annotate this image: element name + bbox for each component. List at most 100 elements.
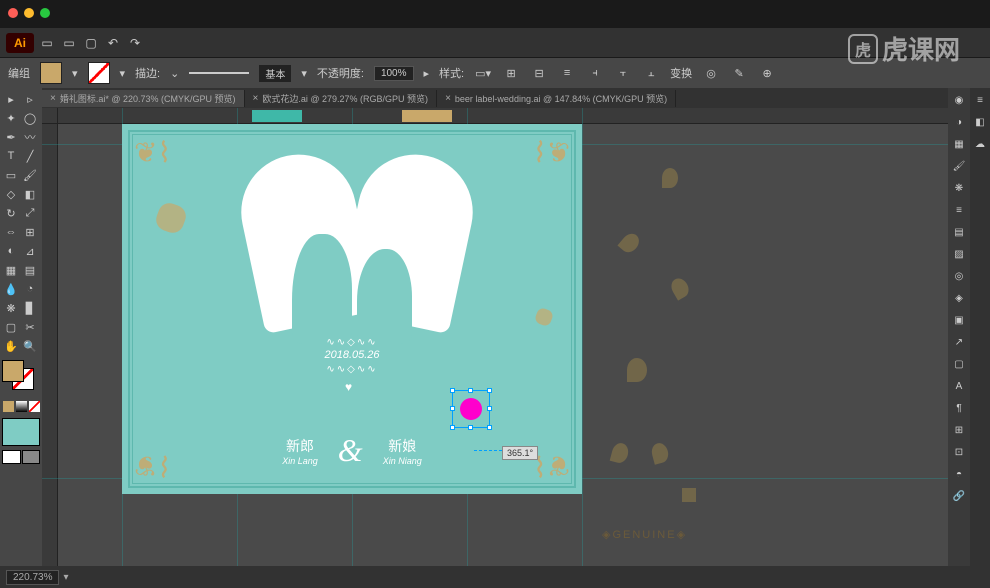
appearance-panel-icon[interactable]: ◎ <box>951 268 967 284</box>
fill-swatch[interactable] <box>40 62 62 84</box>
align-icon-2[interactable]: ⊟ <box>530 64 548 82</box>
color-mode-row[interactable] <box>2 397 40 415</box>
gradient-tool[interactable]: ▤ <box>21 261 39 279</box>
canvas[interactable]: ❦⌇ ❦⌇ ❦⌇ ❦⌇ ∿∿◇∿∿ 2018.05.26 ∿∿◇∿∿ 新郎 Xi… <box>42 108 948 566</box>
selection-bounding-box[interactable] <box>452 390 490 428</box>
close-icon[interactable]: × <box>445 93 451 104</box>
leaf-graphic[interactable] <box>668 275 692 300</box>
resize-handle[interactable] <box>468 388 473 393</box>
magic-wand-tool[interactable]: ✦ <box>2 109 20 127</box>
transform-label[interactable]: 变换 <box>670 65 692 81</box>
edit-icon[interactable]: ✎ <box>730 64 748 82</box>
more-icon[interactable]: ⊕ <box>758 64 776 82</box>
draw-mode[interactable] <box>2 447 40 465</box>
eyedropper-tool[interactable]: 💧 <box>2 280 20 298</box>
shape-builder-tool[interactable]: ◐ <box>2 242 20 260</box>
resize-handle[interactable] <box>450 388 455 393</box>
paragraph-panel-icon[interactable]: ¶ <box>951 400 967 416</box>
leaf-graphic[interactable] <box>682 488 696 502</box>
close-icon[interactable]: × <box>253 93 259 104</box>
minimize-window[interactable] <box>24 8 34 18</box>
distribute-icon[interactable]: ≡ <box>558 64 576 82</box>
close-window[interactable] <box>8 8 18 18</box>
genuine-text[interactable]: ◈GENUINE◈ <box>602 528 687 541</box>
pen-tool[interactable]: ✒ <box>2 128 20 146</box>
artboards-panel-icon[interactable]: ▢ <box>951 356 967 372</box>
leaf-graphic[interactable] <box>610 441 631 464</box>
layers-panel-icon[interactable]: ▣ <box>951 312 967 328</box>
align-right-icon[interactable]: ⫠ <box>642 64 660 82</box>
symbols-panel-icon[interactable]: ❋ <box>951 180 967 196</box>
ruler-origin[interactable] <box>42 108 58 124</box>
leaf-graphic[interactable] <box>662 168 678 188</box>
artboard[interactable]: ❦⌇ ❦⌇ ❦⌇ ❦⌇ ∿∿◇∿∿ 2018.05.26 ∿∿◇∿∿ 新郎 Xi… <box>122 124 582 494</box>
style-dropdown[interactable]: ▭▾ <box>474 64 492 82</box>
fill-color[interactable] <box>2 360 24 382</box>
rotate-tool[interactable]: ↻ <box>2 204 20 222</box>
resize-handle[interactable] <box>487 406 492 411</box>
stroke-panel-icon[interactable]: ≡ <box>951 202 967 218</box>
scale-tool[interactable]: ⤢ <box>21 204 39 222</box>
screen-mode-thumb[interactable] <box>2 418 40 446</box>
zoom-level[interactable]: 220.73% <box>6 570 59 585</box>
graphic-styles-icon[interactable]: ◈ <box>951 290 967 306</box>
transform-panel-icon[interactable]: ⊡ <box>951 444 967 460</box>
links-panel-icon[interactable]: 🔗 <box>951 488 967 504</box>
isolate-icon[interactable]: ◎ <box>702 64 720 82</box>
menu-undo-icon[interactable]: ↶ <box>104 34 122 52</box>
menu-save-icon[interactable]: ▢ <box>82 34 100 52</box>
resize-handle[interactable] <box>487 388 492 393</box>
menu-redo-icon[interactable]: ↷ <box>126 34 144 52</box>
color-guide-icon[interactable]: ◑ <box>951 114 967 130</box>
close-icon[interactable]: × <box>50 93 56 104</box>
horizontal-ruler[interactable] <box>58 108 948 124</box>
brushes-panel-icon[interactable]: 🖌 <box>951 158 967 174</box>
leaf-graphic[interactable] <box>627 358 647 382</box>
free-transform-tool[interactable]: ⊞ <box>21 223 39 241</box>
type-tool[interactable]: T <box>2 147 20 165</box>
resize-handle[interactable] <box>450 406 455 411</box>
leaf-graphic[interactable] <box>617 230 642 256</box>
lasso-tool[interactable]: ◯ <box>21 109 39 127</box>
slice-tool[interactable]: ✂ <box>21 318 39 336</box>
pathfinder-panel-icon[interactable]: ◓ <box>951 466 967 482</box>
leaf-graphic[interactable] <box>650 441 671 464</box>
resize-handle[interactable] <box>487 425 492 430</box>
zoom-tool[interactable]: 🔍 <box>21 337 39 355</box>
resize-handle[interactable] <box>468 425 473 430</box>
gradient-panel-icon[interactable]: ▤ <box>951 224 967 240</box>
paintbrush-tool[interactable]: 🖌 <box>21 166 39 184</box>
perspective-tool[interactable]: ⊿ <box>21 242 39 260</box>
resize-handle[interactable] <box>450 425 455 430</box>
artboard-tool[interactable]: ▢ <box>2 318 20 336</box>
align-panel-icon[interactable]: ⊞ <box>951 422 967 438</box>
direct-selection-tool[interactable]: ▹ <box>21 90 39 108</box>
fill-stroke-swatches[interactable] <box>2 360 40 390</box>
char-panel-icon[interactable]: A <box>951 378 967 394</box>
rectangle-tool[interactable]: ▭ <box>2 166 20 184</box>
opacity-value[interactable]: 100% <box>374 66 414 81</box>
shaper-tool[interactable]: ◇ <box>2 185 20 203</box>
hand-tool[interactable]: ✋ <box>2 337 20 355</box>
swatches-panel-icon[interactable]: ▦ <box>951 136 967 152</box>
zoom-dropdown-icon[interactable]: ▾ <box>63 572 68 583</box>
selection-tool[interactable]: ▸ <box>2 90 20 108</box>
align-left-icon[interactable]: ⫞ <box>586 64 604 82</box>
curvature-tool[interactable]: 〰 <box>21 128 39 146</box>
tab-1[interactable]: × 婚礼图标.ai* @ 220.73% (CMYK/GPU 预览) <box>42 90 245 107</box>
asset-export-icon[interactable]: ↗ <box>951 334 967 350</box>
tab-3[interactable]: × beer label-wedding.ai @ 147.84% (CMYK/… <box>437 90 676 107</box>
properties-icon[interactable]: ≡ <box>972 92 988 108</box>
stroke-profile[interactable]: 基本 <box>259 65 291 82</box>
layers-icon[interactable]: ◧ <box>972 114 988 130</box>
maximize-window[interactable] <box>40 8 50 18</box>
vertical-ruler[interactable] <box>42 124 58 566</box>
guide[interactable] <box>582 108 583 566</box>
eraser-tool[interactable]: ◧ <box>21 185 39 203</box>
line-tool[interactable]: ╱ <box>21 147 39 165</box>
blend-tool[interactable]: ◔ <box>21 280 39 298</box>
align-icon[interactable]: ⊞ <box>502 64 520 82</box>
align-center-icon[interactable]: ⫟ <box>614 64 632 82</box>
menu-file-icon[interactable]: ▭ <box>38 34 56 52</box>
tab-2[interactable]: × 欧式花边.ai @ 279.27% (RGB/GPU 预览) <box>245 90 438 107</box>
